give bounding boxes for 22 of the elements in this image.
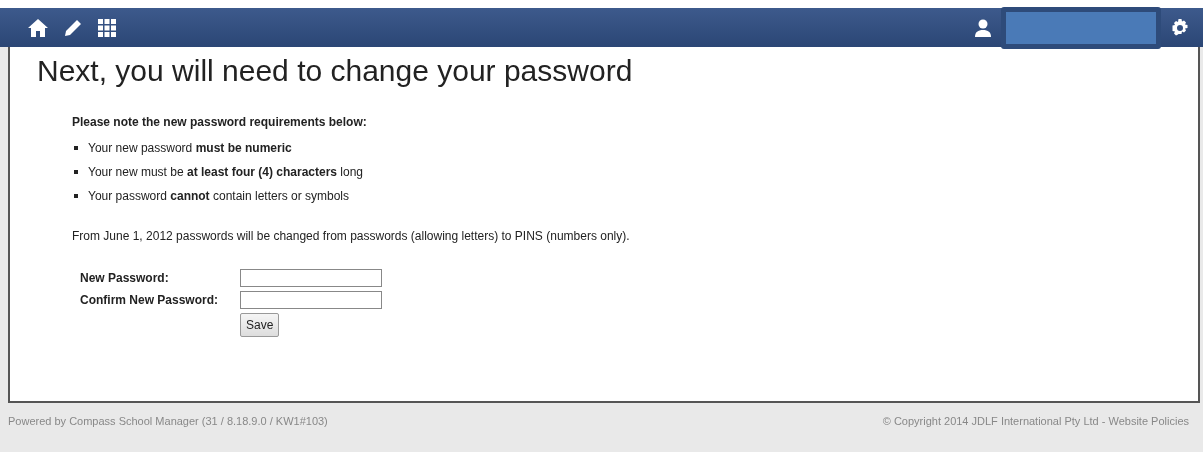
copyright-text: © Copyright 2014 JDLF International Pty Ltd -: [882, 415, 1107, 427]
requirement-text: Your password cannot contain letters or symbols: [88, 188, 349, 205]
requirements-title: Please note the new password requirements below:: [72, 114, 368, 131]
settings-icon[interactable]: [1171, 18, 1189, 37]
grid-icon[interactable]: [98, 18, 116, 37]
user-menu-box[interactable]: [1001, 6, 1161, 49]
bullet-icon: [74, 170, 78, 174]
field-label: Confirm New Password:: [80, 292, 220, 309]
bullet-icon: [74, 194, 78, 198]
pencil-icon[interactable]: [64, 18, 82, 37]
user-icon[interactable]: [975, 18, 991, 37]
home-icon[interactable]: [28, 18, 48, 37]
requirement-text: Your new password must be numeric: [88, 140, 292, 157]
powered-by-text: Powered by Compass School Manager (31 / 8.18.9.0 / KW1#103): [8, 414, 328, 429]
bullet-icon: [74, 146, 78, 150]
save-button[interactable]: Save: [240, 313, 280, 337]
password-field[interactable]: [240, 269, 382, 287]
info-text: From June 1, 2012 passwords will be changed from passwords (allowing letters) to PINS (numbers only).: [72, 228, 631, 245]
requirement-text: Your new must be at least four (4) characters long: [88, 164, 364, 181]
field-label: New Password:: [80, 270, 170, 287]
page-heading: Next, you will need to change your password: [37, 53, 634, 89]
password-field[interactable]: [240, 291, 382, 309]
